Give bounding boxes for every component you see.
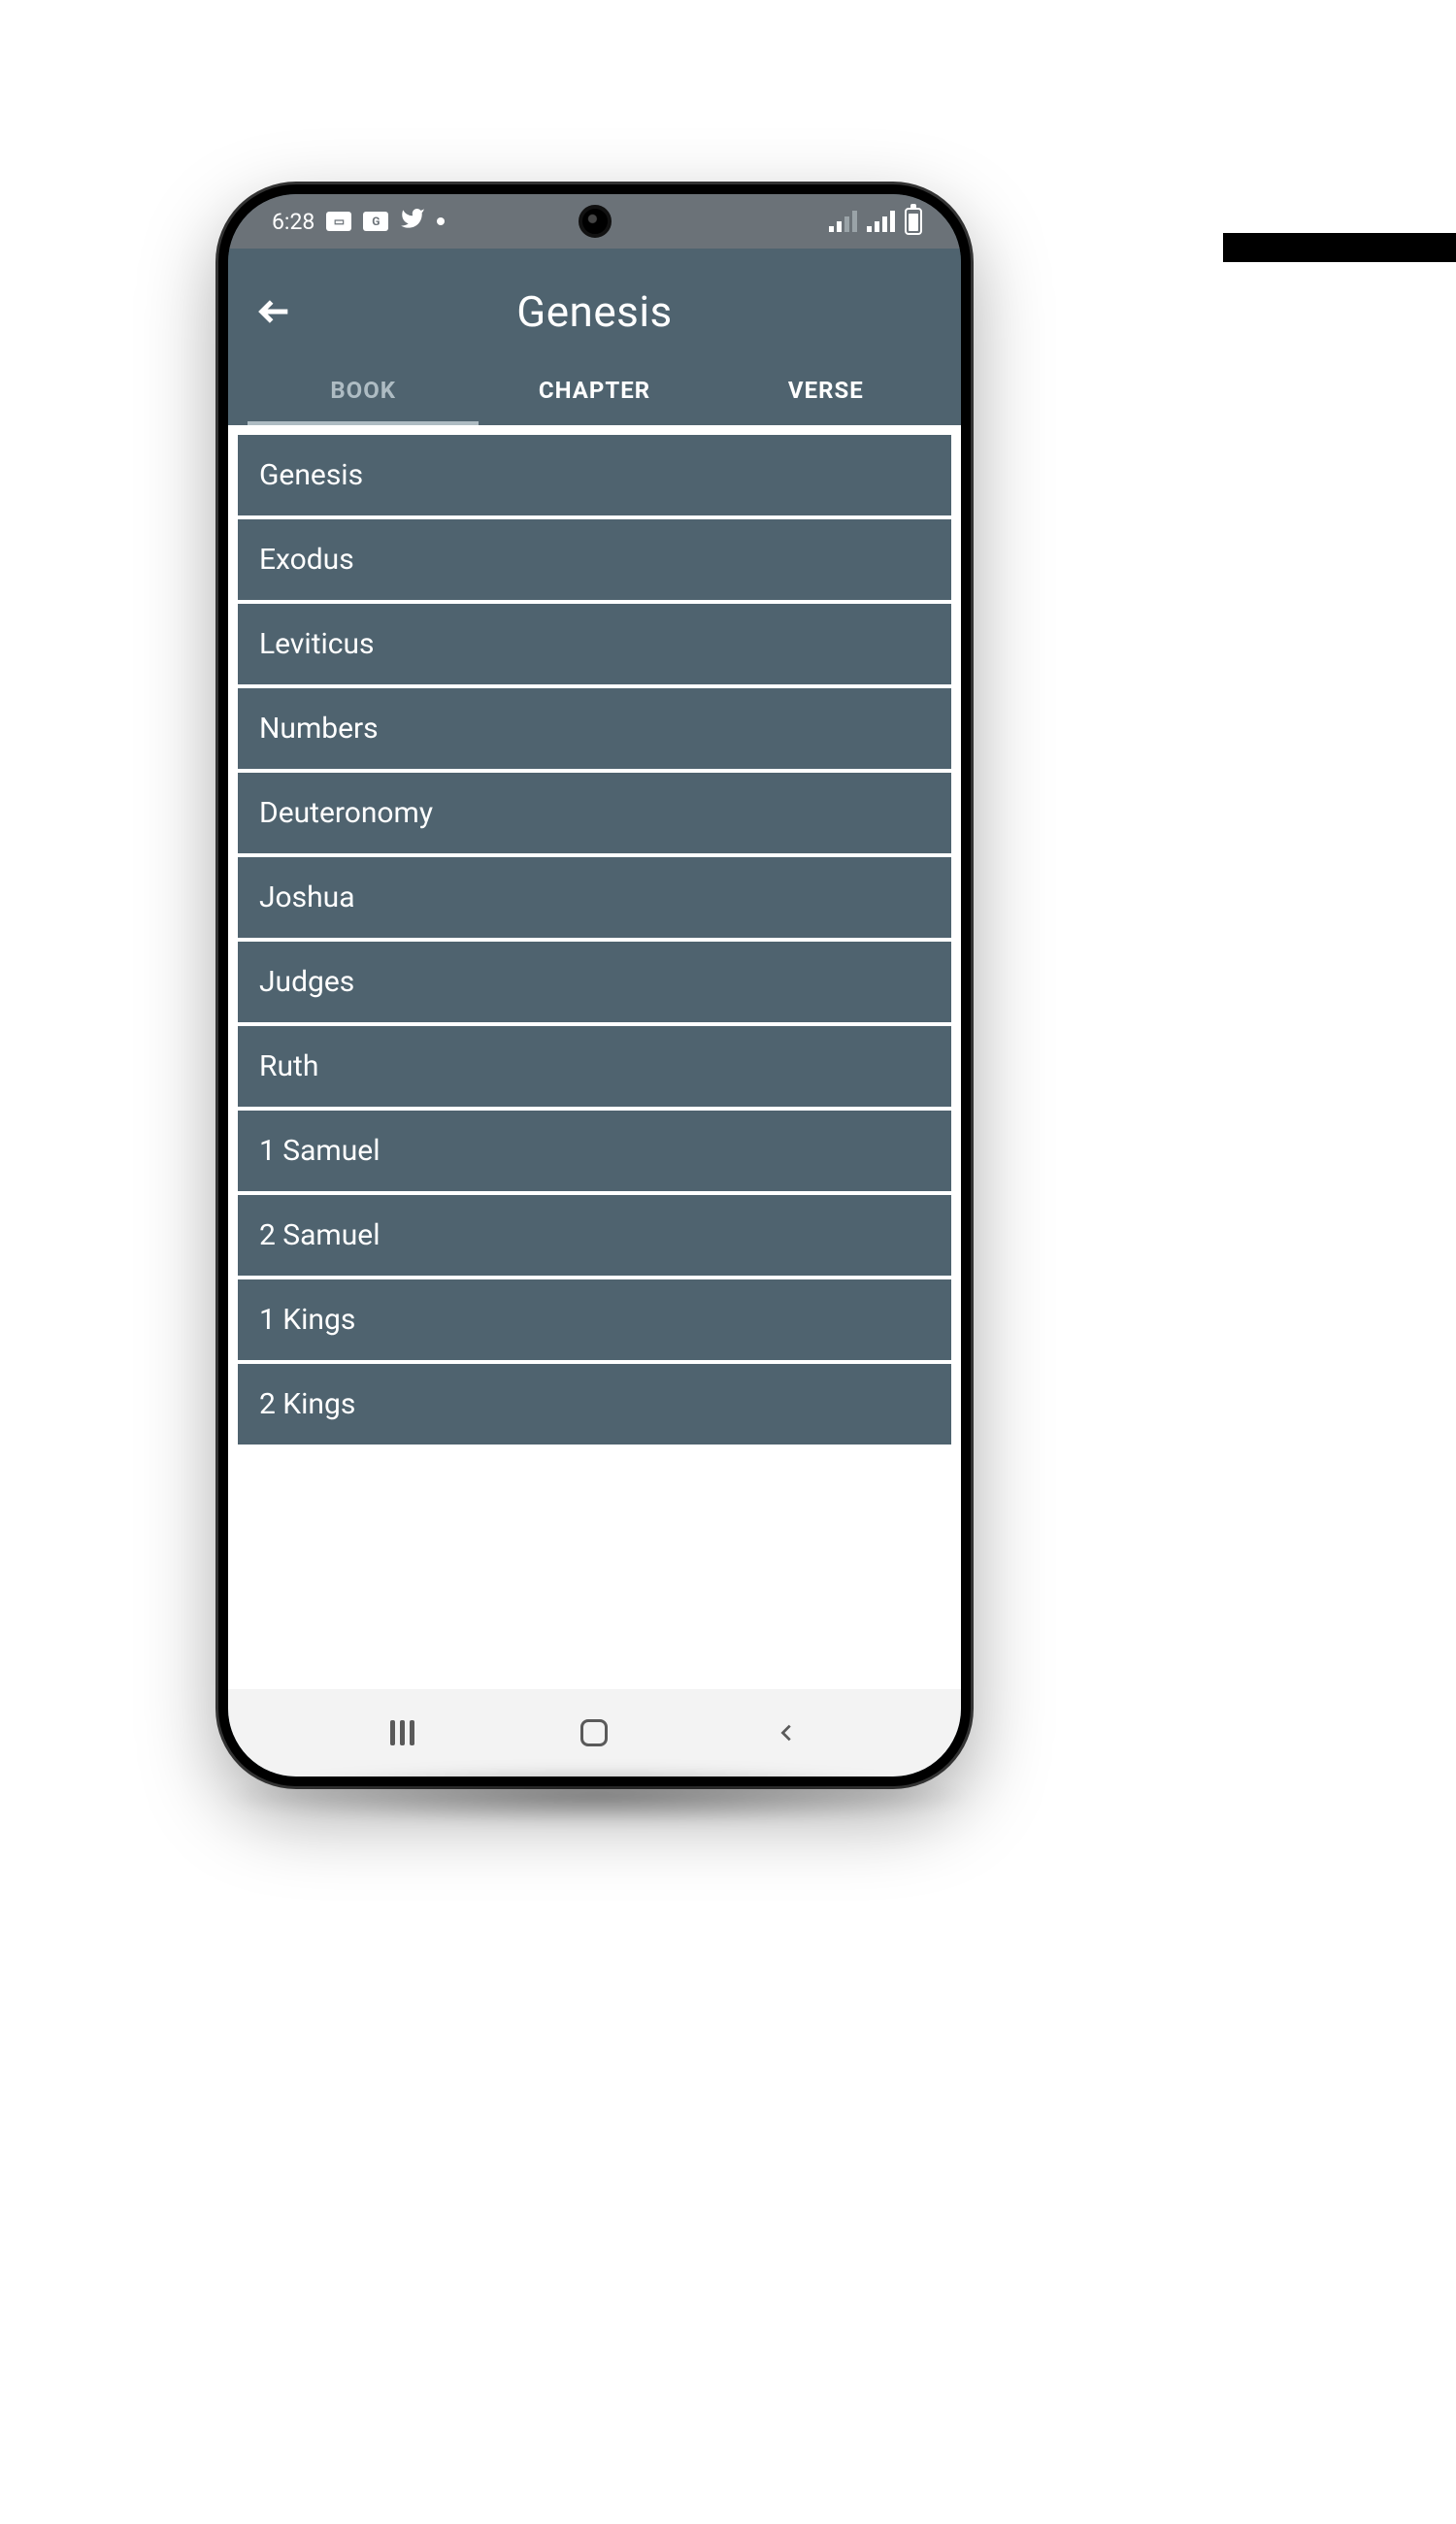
- tabs: BOOK CHAPTER VERSE: [248, 355, 942, 425]
- status-bar: 6:28 ▭ G: [228, 194, 961, 249]
- list-item-label: Judges: [259, 965, 354, 999]
- list-item-label: 1 Kings: [259, 1303, 355, 1337]
- status-right: [829, 208, 922, 235]
- more-notifications-dot-icon: [437, 217, 445, 225]
- list-item[interactable]: Judges: [238, 942, 951, 1022]
- image-icon: ▭: [326, 212, 351, 231]
- camera-hole: [579, 205, 612, 238]
- tab-book[interactable]: BOOK: [248, 355, 479, 425]
- list-item[interactable]: Ruth: [238, 1026, 951, 1107]
- list-item-label: Genesis: [259, 458, 363, 492]
- android-nav-bar: [228, 1689, 961, 1777]
- list-item-label: Numbers: [259, 712, 379, 746]
- list-item[interactable]: 1 Samuel: [238, 1111, 951, 1191]
- chevron-left-icon: [777, 1718, 798, 1747]
- nav-home-button[interactable]: [565, 1704, 623, 1762]
- list-item[interactable]: 2 Kings: [238, 1364, 951, 1445]
- list-item[interactable]: Joshua: [238, 857, 951, 938]
- list-item-label: Exodus: [259, 543, 354, 577]
- list-item[interactable]: Genesis: [238, 435, 951, 515]
- home-icon: [580, 1719, 608, 1746]
- google-news-icon: G: [363, 212, 388, 231]
- back-button[interactable]: [248, 284, 302, 339]
- list-item[interactable]: 2 Samuel: [238, 1195, 951, 1276]
- device-frame: 6:28 ▭ G: [218, 184, 971, 1786]
- status-clock: 6:28: [272, 209, 314, 235]
- tab-verse[interactable]: VERSE: [711, 355, 942, 425]
- list-item-label: 1 Samuel: [259, 1134, 380, 1168]
- tab-label: VERSE: [788, 377, 864, 404]
- list-item-label: Deuteronomy: [259, 796, 433, 830]
- screen: 6:28 ▭ G: [228, 194, 961, 1777]
- tab-chapter[interactable]: CHAPTER: [479, 355, 710, 425]
- arrow-left-icon: [255, 292, 294, 331]
- battery-icon: [905, 208, 922, 235]
- list-item[interactable]: Leviticus: [238, 604, 951, 684]
- twitter-icon: [400, 206, 425, 237]
- signal-full-icon: [867, 211, 895, 232]
- list-item[interactable]: Numbers: [238, 688, 951, 769]
- recent-apps-icon: [390, 1720, 414, 1745]
- list-item[interactable]: 1 Kings: [238, 1279, 951, 1360]
- list-item-label: Leviticus: [259, 627, 375, 661]
- nav-back-button[interactable]: [758, 1704, 816, 1762]
- tab-label: CHAPTER: [539, 377, 650, 404]
- status-left: 6:28 ▭ G: [272, 206, 445, 237]
- signal-weak-icon: [829, 211, 857, 232]
- list-item[interactable]: Exodus: [238, 519, 951, 600]
- list-item-label: Ruth: [259, 1049, 318, 1083]
- book-list[interactable]: Genesis Exodus Leviticus Numbers Deutero…: [228, 425, 961, 1689]
- list-item[interactable]: Deuteronomy: [238, 773, 951, 853]
- device-side-button: [1223, 233, 1456, 262]
- list-item-label: 2 Samuel: [259, 1218, 380, 1252]
- device-shadow: [218, 1767, 976, 1825]
- tab-label: BOOK: [330, 377, 396, 404]
- list-item-label: Joshua: [259, 880, 355, 914]
- list-item-label: 2 Kings: [259, 1387, 355, 1421]
- nav-recent-button[interactable]: [373, 1704, 431, 1762]
- app-header: Genesis BOOK CHAPTER VERSE: [228, 249, 961, 425]
